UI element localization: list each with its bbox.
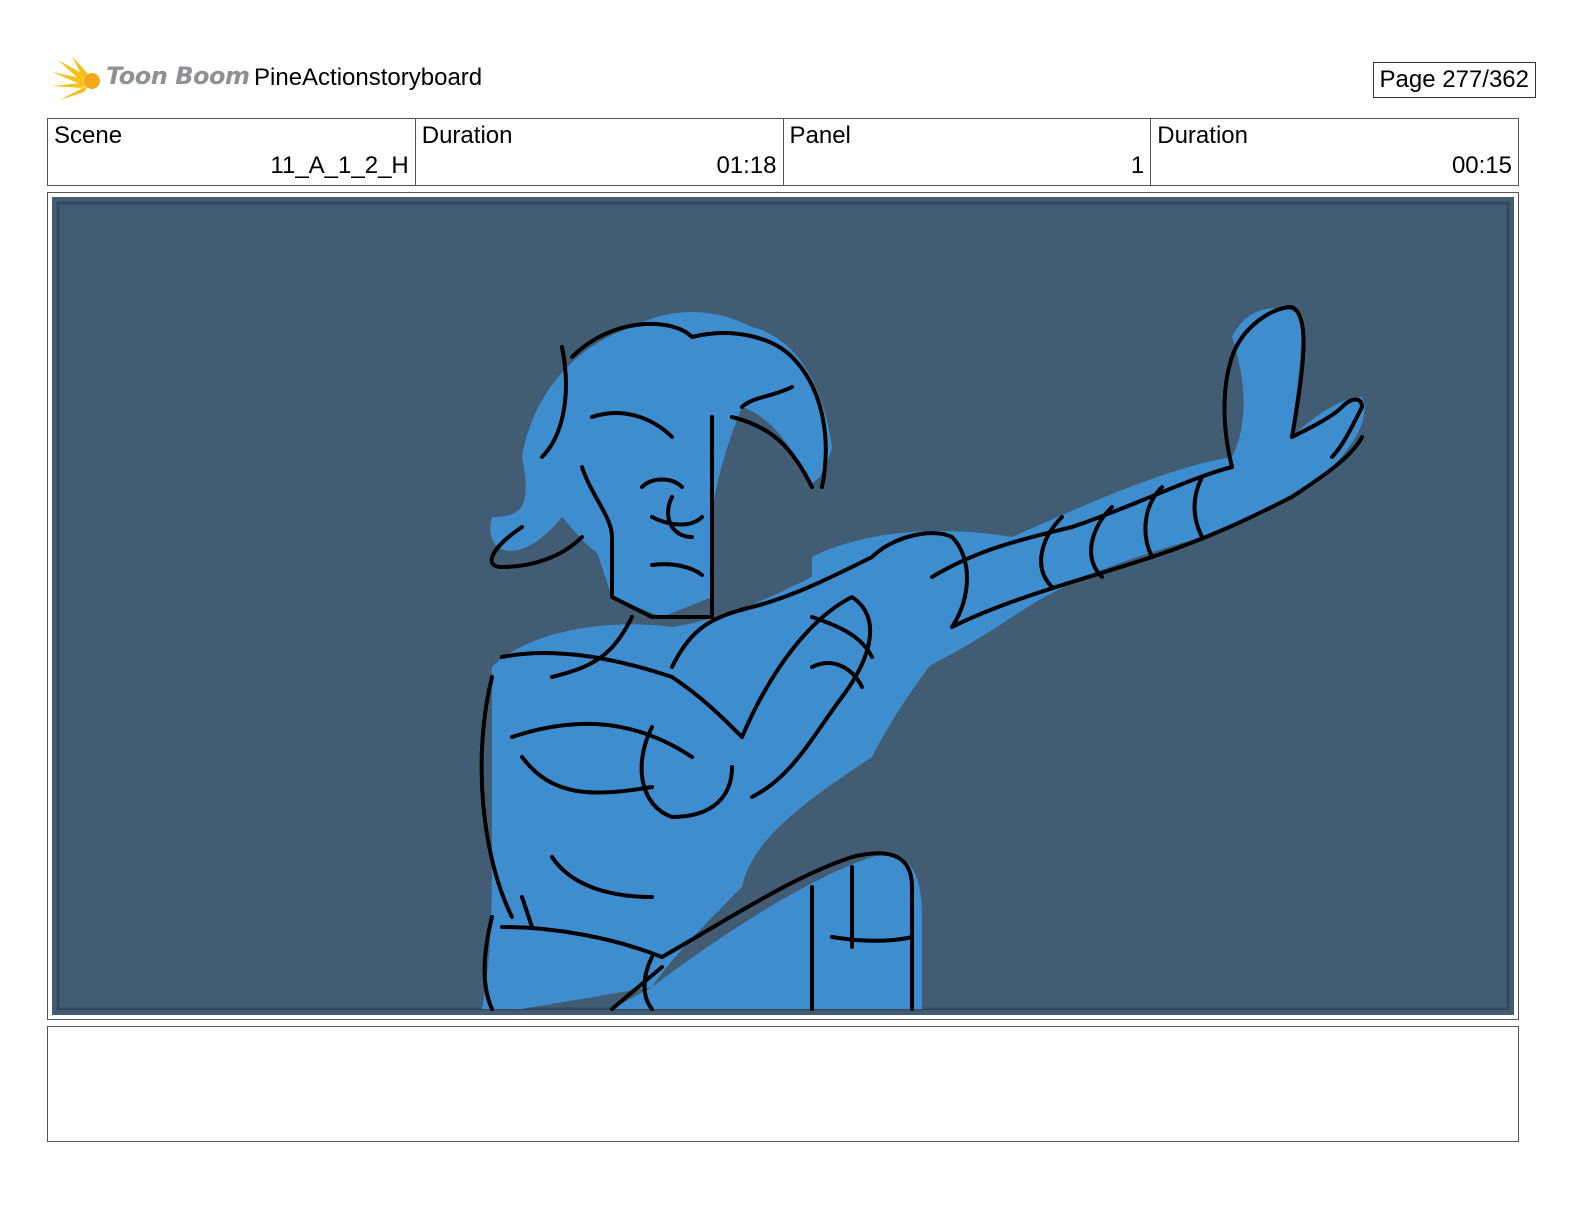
panel-duration-value: 00:15 xyxy=(1451,152,1512,179)
panel-value: 1 xyxy=(1130,152,1145,179)
scene-value: 11_A_1_2_H xyxy=(270,152,409,179)
scene-duration-cell: Duration 01:18 xyxy=(416,119,784,185)
panel-cell: Panel 1 xyxy=(784,119,1152,185)
panel-notes xyxy=(47,1026,1519,1142)
sunburst-icon xyxy=(52,56,100,100)
panel-duration-cell: Duration 00:15 xyxy=(1151,119,1518,185)
storyboard-panel xyxy=(47,192,1519,1020)
scene-label: Scene xyxy=(54,122,123,149)
logo-text: Toon Boom xyxy=(106,62,250,90)
scene-info-table: Scene 11_A_1_2_H Duration 01:18 Panel 1 … xyxy=(47,118,1519,186)
scene-duration-value: 01:18 xyxy=(716,152,777,179)
page-number: Page 277/362 xyxy=(1372,62,1536,98)
panel-drawing xyxy=(52,197,1514,1015)
panel-duration-label: Duration xyxy=(1157,122,1248,149)
panel-label: Panel xyxy=(789,122,851,149)
page-header: Toon Boom PineActionstoryboard Page 277/… xyxy=(48,52,1536,108)
character-sketch xyxy=(56,201,1510,1011)
scene-cell: Scene 11_A_1_2_H xyxy=(48,119,416,185)
scene-duration-label: Duration xyxy=(421,122,513,149)
project-title: PineActionstoryboard xyxy=(254,64,483,91)
